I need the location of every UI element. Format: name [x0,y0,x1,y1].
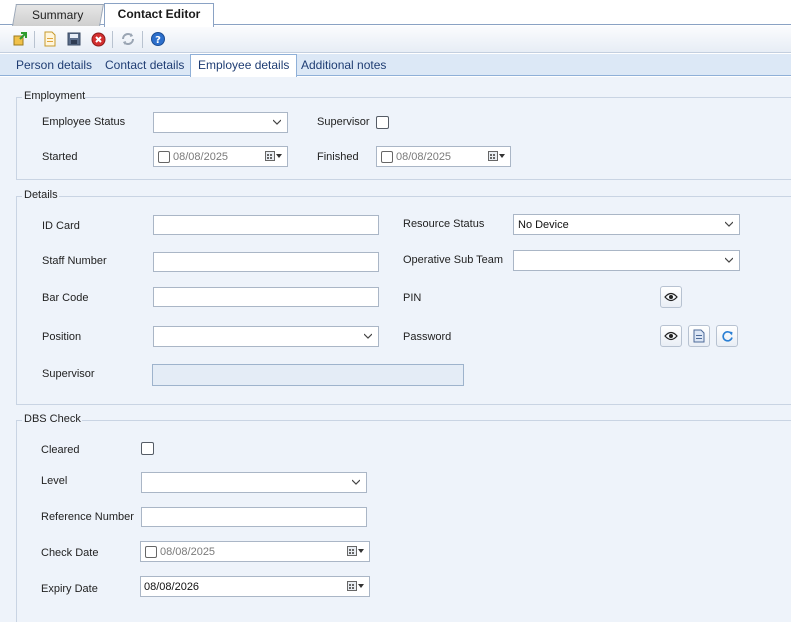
cleared-checkbox[interactable] [141,442,154,455]
document-tab-strip: Summary Contact Editor [0,0,791,27]
refresh-icon[interactable] [119,30,137,48]
expiry-date-value: 08/08/2026 [144,580,200,593]
employment-supervisor-label: Supervisor [317,116,370,128]
supervisor-checkbox[interactable] [376,116,389,129]
check-date-picker[interactable]: 08/08/2025 [140,541,370,562]
dbs-check-section-title: DBS Check [24,413,81,425]
section-border [16,196,17,404]
refresh-icon [721,330,733,342]
save-icon[interactable] [65,30,83,48]
level-label: Level [41,475,68,487]
id-card-label: ID Card [42,220,80,232]
eye-icon [664,292,678,302]
help-icon[interactable]: ? [149,30,167,48]
add-contact-icon[interactable] [11,30,29,48]
toolbar-separator [112,31,113,48]
started-label: Started [42,151,78,163]
tab-employee-details[interactable]: Employee details [190,54,298,77]
cleared-label: Cleared [41,444,80,456]
started-date-value: 08/08/2025 [173,150,229,163]
copy-password-button[interactable] [688,325,710,347]
pin-label: PIN [403,292,422,304]
section-divider [16,404,791,405]
section-divider [82,420,791,421]
finished-date-checkbox[interactable] [381,150,393,163]
level-select[interactable] [141,472,367,493]
resource-status-select[interactable]: No Device [513,214,740,235]
chevron-down-icon [725,257,733,263]
toolbar: ? [0,26,791,53]
details-supervisor-label: Supervisor [42,368,95,380]
finished-date-picker[interactable]: 08/08/2025 [376,146,511,167]
check-date-value: 08/08/2025 [160,545,216,558]
document-icon [693,329,705,343]
finished-date-value: 08/08/2025 [396,150,452,163]
details-section-title: Details [24,189,58,201]
cancel-icon[interactable] [89,30,107,48]
supervisor-field [152,364,464,386]
bar-code-input[interactable] [153,287,379,307]
staff-number-input[interactable] [153,252,379,272]
calendar-icon[interactable] [488,151,506,162]
inner-tab-strip: Person details Contact details Employee … [0,54,791,77]
calendar-icon[interactable] [347,546,365,557]
eye-icon [664,331,678,341]
tab-summary-label: Summary [32,8,84,22]
started-date-picker[interactable]: 08/08/2025 [153,146,288,167]
staff-number-label: Staff Number [42,255,107,267]
tab-additional-notes[interactable]: Additional notes [294,56,393,76]
position-label: Position [42,331,82,343]
chevron-down-icon [725,221,733,227]
new-document-icon[interactable] [41,30,59,48]
expiry-date-picker[interactable]: 08/08/2026 [140,576,370,597]
section-divider [16,179,791,180]
operative-sub-team-label: Operative Sub Team [403,254,504,266]
started-date-checkbox[interactable] [158,150,170,163]
check-date-label: Check Date [41,547,99,559]
position-select[interactable] [153,326,379,347]
password-label: Password [403,331,452,343]
section-border [16,420,17,622]
tab-person-details[interactable]: Person details [9,56,99,76]
finished-label: Finished [317,151,359,163]
calendar-icon[interactable] [265,151,283,162]
check-date-checkbox[interactable] [145,545,157,558]
operative-sub-team-select[interactable] [513,250,740,271]
tab-contact-editor[interactable]: Contact Editor [104,3,214,27]
id-card-input[interactable] [153,215,379,235]
bar-code-label: Bar Code [42,292,89,304]
reference-number-input[interactable] [141,507,367,527]
employee-status-label: Employee Status [42,116,126,128]
toolbar-separator [142,31,143,48]
show-password-button[interactable] [660,325,682,347]
chevron-down-icon [273,119,281,125]
resource-status-value: No Device [518,218,569,231]
employee-status-select[interactable] [153,112,288,133]
regenerate-password-button[interactable] [716,325,738,347]
employment-section-title: Employment [24,90,86,102]
section-border [16,97,17,179]
show-pin-button[interactable] [660,286,682,308]
chevron-down-icon [352,479,360,485]
tab-contact-details[interactable]: Contact details [98,56,191,76]
calendar-icon[interactable] [347,581,365,592]
expiry-date-label: Expiry Date [41,583,98,595]
svg-text:?: ? [155,35,161,46]
resource-status-label: Resource Status [403,218,485,230]
chevron-down-icon [364,333,372,339]
section-divider [84,97,791,98]
reference-number-label: Reference Number [41,511,134,523]
toolbar-separator [34,31,35,48]
section-divider [59,196,791,197]
tab-summary[interactable]: Summary [12,4,104,26]
